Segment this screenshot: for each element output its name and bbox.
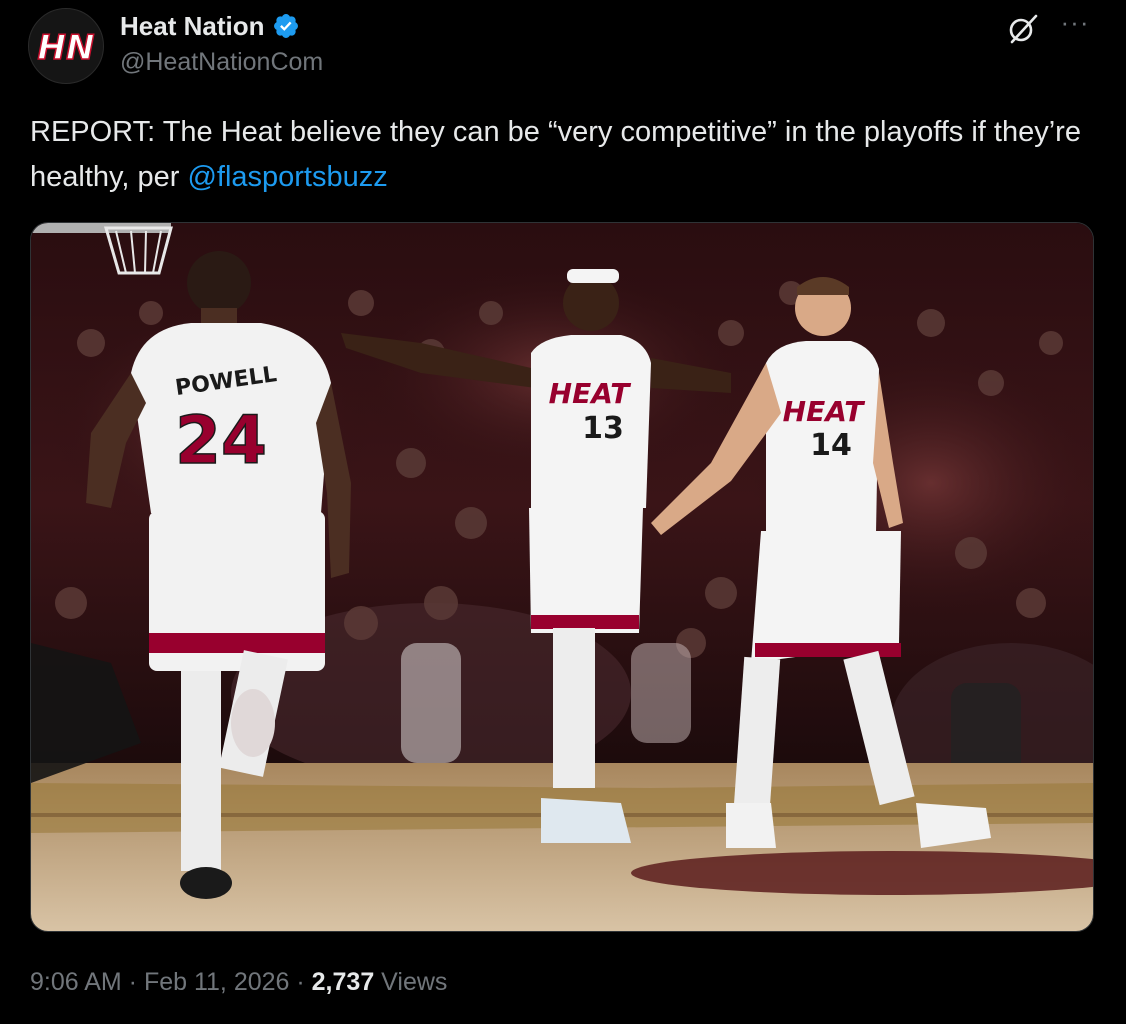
svg-text:HEAT: HEAT	[549, 377, 632, 410]
svg-text:13: 13	[582, 411, 624, 446]
views-count: 2,737	[311, 968, 375, 996]
avatar[interactable]: HN	[28, 8, 104, 84]
tweet-text: REPORT: The Heat believe they can be “ve…	[30, 110, 1100, 200]
verified-badge-icon[interactable]	[272, 12, 300, 40]
author-handle[interactable]: @HeatNationCom	[120, 46, 323, 78]
svg-text:HN: HN	[38, 28, 95, 68]
tweet-meta: 9:06 AM · Feb 11, 2026 · 2,737 Views	[30, 964, 447, 1000]
basketball-photo: POWELL 24 HEAT 13 HEAT 14	[31, 223, 1093, 931]
grok-icon[interactable]	[1006, 12, 1040, 46]
meta-separator: ·	[289, 968, 312, 996]
tweet-time[interactable]: 9:06 AM	[30, 968, 122, 996]
tweet-container: HN Heat Nation @HeatNationCom ··· REPORT…	[0, 0, 1126, 1024]
views-label: Views	[374, 968, 448, 996]
author-name-row: Heat Nation	[120, 10, 300, 42]
meta-separator: ·	[121, 968, 144, 996]
more-options-icon[interactable]: ···	[1060, 9, 1090, 42]
svg-text:14: 14	[810, 428, 852, 463]
svg-text:24: 24	[175, 402, 267, 479]
svg-text:HEAT: HEAT	[783, 395, 866, 428]
heat-nation-logo-icon: HN	[29, 9, 103, 83]
tweet-photo[interactable]: POWELL 24 HEAT 13 HEAT 14	[30, 222, 1094, 932]
author-display-name[interactable]: Heat Nation	[120, 10, 264, 42]
tweet-date[interactable]: Feb 11, 2026	[144, 968, 289, 996]
mention-link[interactable]: @flasportsbuzz	[187, 161, 387, 193]
